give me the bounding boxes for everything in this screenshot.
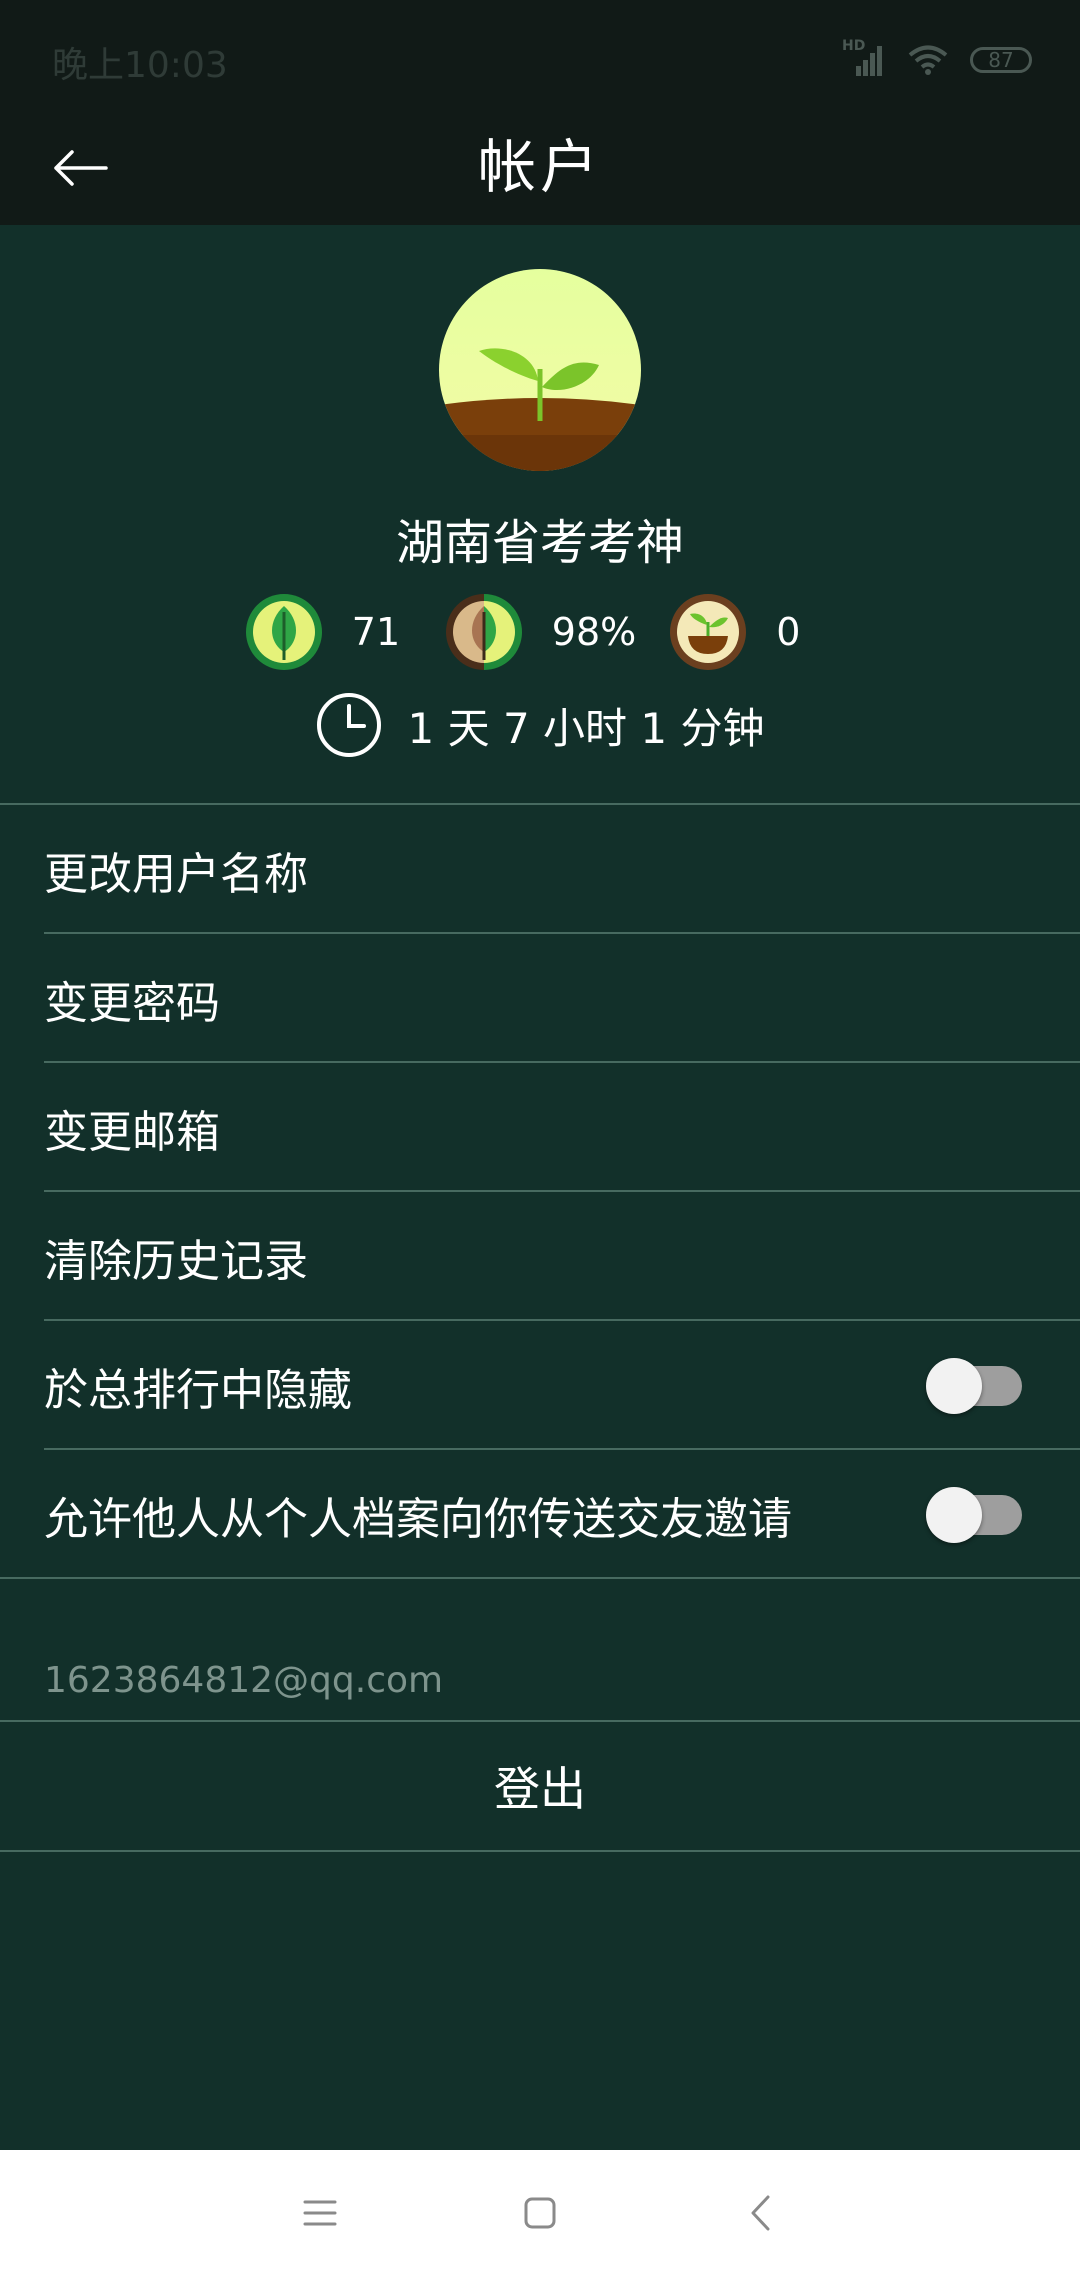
logout-button[interactable]: 登出 [0, 1720, 1080, 1852]
profile-section: 湖南省考考神 71 98% 0 1 天 7 小时 1 分钟 [0, 225, 1080, 803]
half-withered-tree-icon [444, 592, 524, 672]
success-rate: 98% [551, 610, 637, 654]
clear-history-label: 清除历史记录 [44, 1235, 308, 1287]
sprout-avatar-icon [439, 269, 641, 471]
change-password-item[interactable]: 变更密码 [0, 934, 1080, 1063]
seedling-pot-icon [668, 592, 748, 672]
home-square-icon [523, 2196, 557, 2234]
clear-history-item[interactable]: 清除历史记录 [0, 1192, 1080, 1321]
healthy-tree-icon [244, 592, 324, 672]
change-email-item[interactable]: 变更邮箱 [0, 1063, 1080, 1192]
status-time: 晚上10:03 [52, 45, 228, 86]
network-type-label: HD [842, 38, 866, 54]
menu-nav-button[interactable] [280, 2175, 360, 2255]
hide-in-leaderboard-toggle[interactable] [926, 1357, 1022, 1414]
focus-time-value: 1 天 7 小时 1 分钟 [407, 703, 765, 753]
hide-in-leaderboard-label: 於总排行中隐藏 [44, 1364, 352, 1416]
home-nav-button[interactable] [500, 2175, 580, 2255]
change-username-label: 更改用户名称 [44, 848, 308, 900]
cellular-signal-icon: HD [842, 38, 886, 80]
system-nav-bar [0, 2150, 1080, 2280]
status-bar: 晚上10:03 HD 87 [0, 0, 1080, 120]
logout-label: 登出 [494, 1762, 586, 1816]
page-title: 帐户 [477, 133, 602, 201]
toggle-thumb [926, 1486, 982, 1543]
menu-lines-icon [303, 2198, 337, 2232]
change-username-item[interactable]: 更改用户名称 [0, 805, 1080, 934]
status-icons: HD 87 [842, 38, 1032, 80]
allow-friend-requests-item: 允许他人从个人档案向你传送交友邀请 [0, 1450, 1080, 1579]
healthy-tree-count: 71 [351, 610, 401, 654]
stat-healthy-trees: 71 [244, 592, 412, 672]
username: 湖南省考考神 [395, 515, 684, 571]
battery-indicator: 87 [970, 47, 1032, 73]
stats-row: 71 98% 0 [0, 592, 1080, 672]
change-email-label: 变更邮箱 [44, 1106, 220, 1158]
hide-in-leaderboard-item: 於总排行中隐藏 [0, 1321, 1080, 1450]
allow-friend-requests-toggle[interactable] [926, 1486, 1022, 1543]
clock-icon [316, 692, 382, 758]
wifi-icon [908, 44, 948, 76]
account-email: 1623864812@qq.com [44, 1660, 444, 1701]
stat-seedlings: 0 [668, 592, 836, 672]
allow-friend-requests-label: 允许他人从个人档案向你传送交友邀请 [44, 1493, 792, 1545]
back-button[interactable] [50, 130, 140, 210]
stat-success-rate: 98% [444, 592, 636, 672]
avatar[interactable] [439, 269, 641, 471]
seedling-count: 0 [776, 610, 801, 654]
chevron-left-icon [748, 2194, 772, 2236]
account-menu: 更改用户名称 变更密码 变更邮箱 清除历史记录 於总排行中隐藏 允许他人从个人档… [0, 803, 1080, 1579]
toggle-thumb [926, 1357, 982, 1414]
back-nav-button[interactable] [720, 2175, 800, 2255]
arrow-left-icon [50, 148, 110, 192]
app-toolbar: 帐户 [0, 120, 1080, 225]
change-password-label: 变更密码 [44, 977, 220, 1029]
total-focus-time: 1 天 7 小时 1 分钟 [0, 690, 1080, 760]
